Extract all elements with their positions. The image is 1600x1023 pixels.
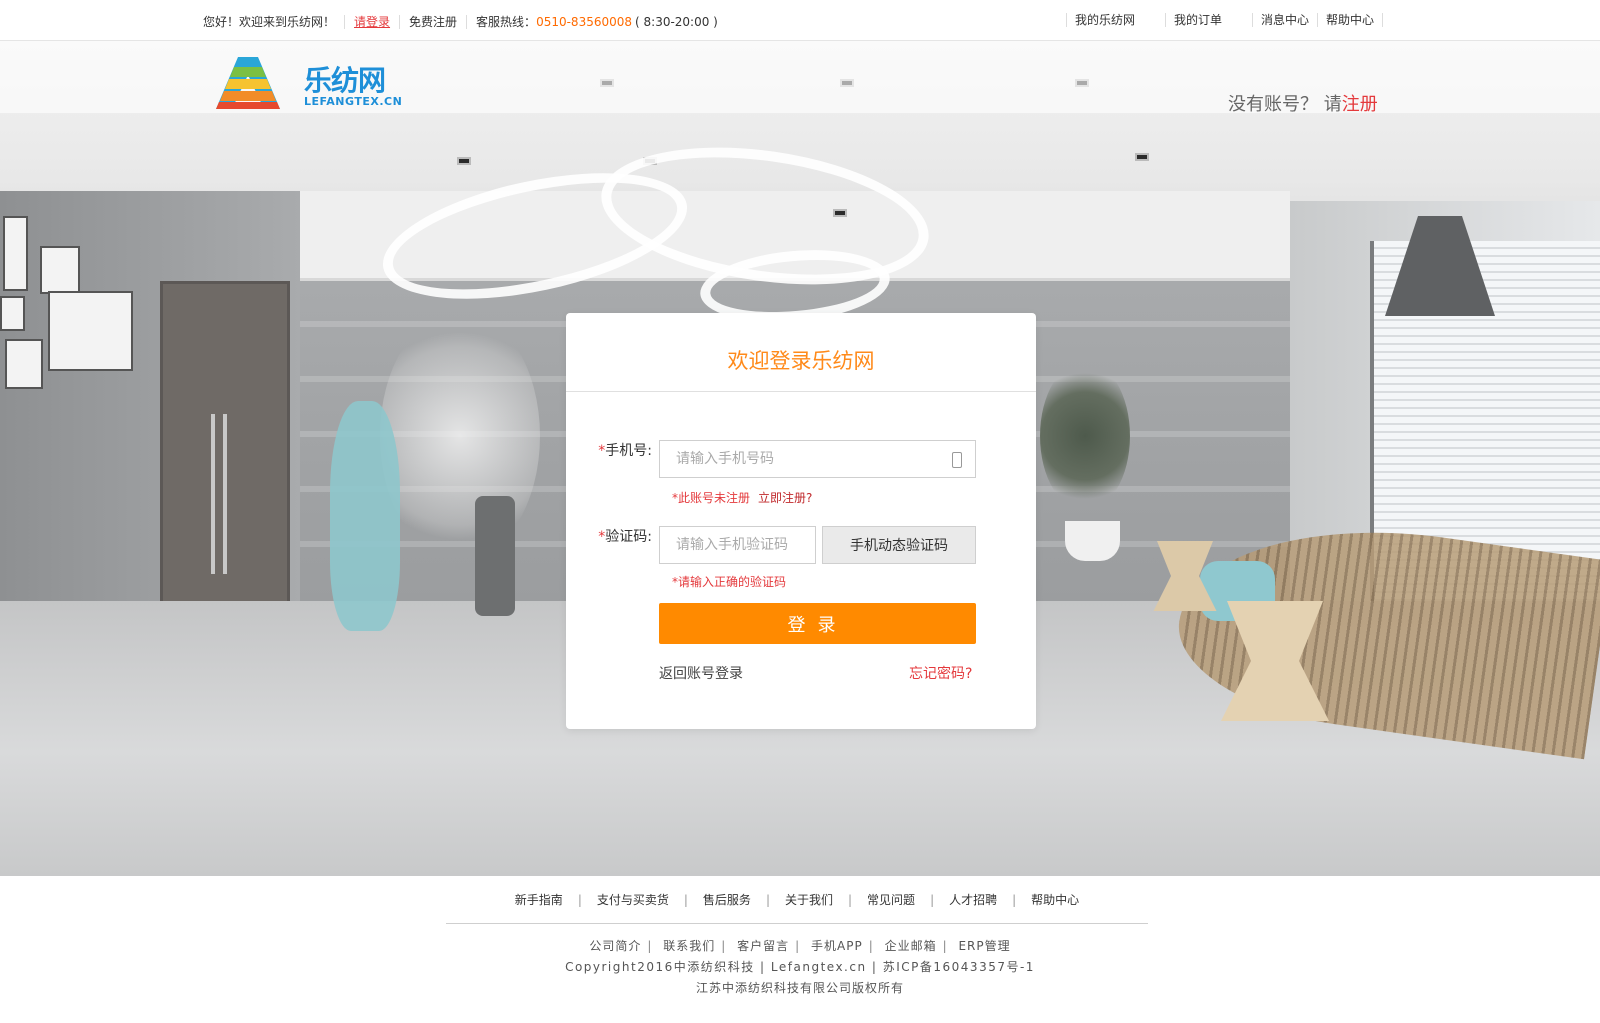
help-center-link[interactable]: 帮助中心 (1317, 13, 1384, 27)
login-card: 欢迎登录乐纺网 *手机号: *此账号未注册立即注册? *验证码: 手机动态验证码… (566, 313, 1036, 729)
verification-code-input[interactable] (659, 526, 816, 564)
divider (466, 14, 468, 29)
hotline-label: 客服热线： (476, 15, 537, 29)
message-center-link[interactable]: 消息中心 (1252, 13, 1317, 27)
footer-links: 公司简介 | 联系我们 | 客户留言 | 手机APP | 企业邮箱 | ERP管理 (589, 939, 1011, 953)
footer-link[interactable]: 企业邮箱 (885, 939, 937, 953)
no-account-text: 没有账号？ 请 (1228, 94, 1342, 115)
phone-error: *此账号未注册 立即注册? (672, 491, 813, 505)
login-title: 欢迎登录乐纺网 (727, 349, 875, 373)
register-now-link[interactable]: 立即注册? (758, 491, 812, 505)
phone-label: *手机号: (598, 443, 652, 459)
footer-link[interactable]: 客户留言 (737, 939, 789, 953)
code-error: *请输入正确的验证码 (672, 575, 787, 589)
back-to-account-login-link[interactable]: 返回账号登录 (659, 663, 743, 683)
footer-link[interactable]: 联系我们 (663, 939, 715, 953)
login-button[interactable]: 登录 (659, 603, 976, 644)
card-divider (566, 391, 1036, 392)
hotline-hours: ( 8:30-20:00 ) (635, 14, 718, 29)
logo-en-text: LEFANGTEX.CN (304, 95, 403, 108)
top-bar-right: 我的乐纺网 我的订单 消息中心 帮助中心 (1066, 13, 1384, 27)
footer-nav-item[interactable]: 人才招聘 (949, 891, 997, 908)
footer-nav: 新手指南 | 支付与买卖货 | 售后服务 | 关于我们 | 常见问题 | 人才招聘 | 帮助… (446, 876, 1148, 924)
forgot-password-link[interactable]: 忘记密码? (909, 663, 972, 683)
footer-link[interactable]: 公司简介 (589, 939, 641, 953)
footer-nav-item[interactable]: 售后服务 (703, 891, 751, 908)
top-bar: 您好！欢迎来到乐纺网！ 请登录 免费注册 客服热线： 0510-83560008… (0, 0, 1600, 41)
hotline-number: 0510-83560008 (536, 14, 633, 29)
get-sms-code-button[interactable]: 手机动态验证码 (822, 526, 976, 564)
divider (344, 14, 346, 29)
footer-nav-item[interactable]: 帮助中心 (1031, 891, 1079, 908)
free-register-link[interactable]: 免费注册 (409, 13, 457, 30)
logo-mark-icon (216, 57, 280, 109)
logo-cn-text: 乐纺网 (304, 64, 386, 97)
footer-nav-item[interactable]: 新手指南 (515, 891, 563, 908)
login-link[interactable]: 请登录 (354, 13, 390, 30)
my-orders-link[interactable]: 我的订单 (1165, 13, 1230, 27)
footer-link[interactable]: ERP管理 (958, 939, 1010, 953)
welcome-text: 您好！欢迎来到乐纺网！ (203, 15, 336, 29)
my-lefang-link[interactable]: 我的乐纺网 (1066, 13, 1143, 27)
top-bar-left: 您好！欢迎来到乐纺网！ 请登录 免费注册 客服热线： 0510-83560008… (203, 13, 718, 30)
code-label: *验证码: (598, 529, 652, 545)
footer-link[interactable]: 手机APP (811, 939, 863, 953)
mobile-phone-icon (952, 452, 962, 468)
footer: 新手指南 | 支付与买卖货 | 售后服务 | 关于我们 | 常见问题 | 人才招聘 | 帮助… (0, 876, 1600, 1023)
site-logo[interactable]: 乐纺网 LEFANGTEX.CN (216, 57, 402, 111)
register-hint: 没有账号？ 请注册 (1228, 90, 1378, 116)
divider (399, 14, 401, 29)
footer-nav-item[interactable]: 支付与买卖货 (597, 891, 669, 908)
copyright-text: Copyright2016中添纺织科技 | Lefangtex.cn | 苏IC… (565, 960, 1035, 974)
phone-input[interactable] (659, 440, 976, 478)
register-link[interactable]: 注册 (1342, 94, 1378, 115)
footer-nav-item[interactable]: 常见问题 (867, 891, 915, 908)
company-owner-text: 江苏中添纺织科技有限公司版权所有 (695, 981, 904, 995)
footer-nav-item[interactable]: 关于我们 (785, 891, 833, 908)
